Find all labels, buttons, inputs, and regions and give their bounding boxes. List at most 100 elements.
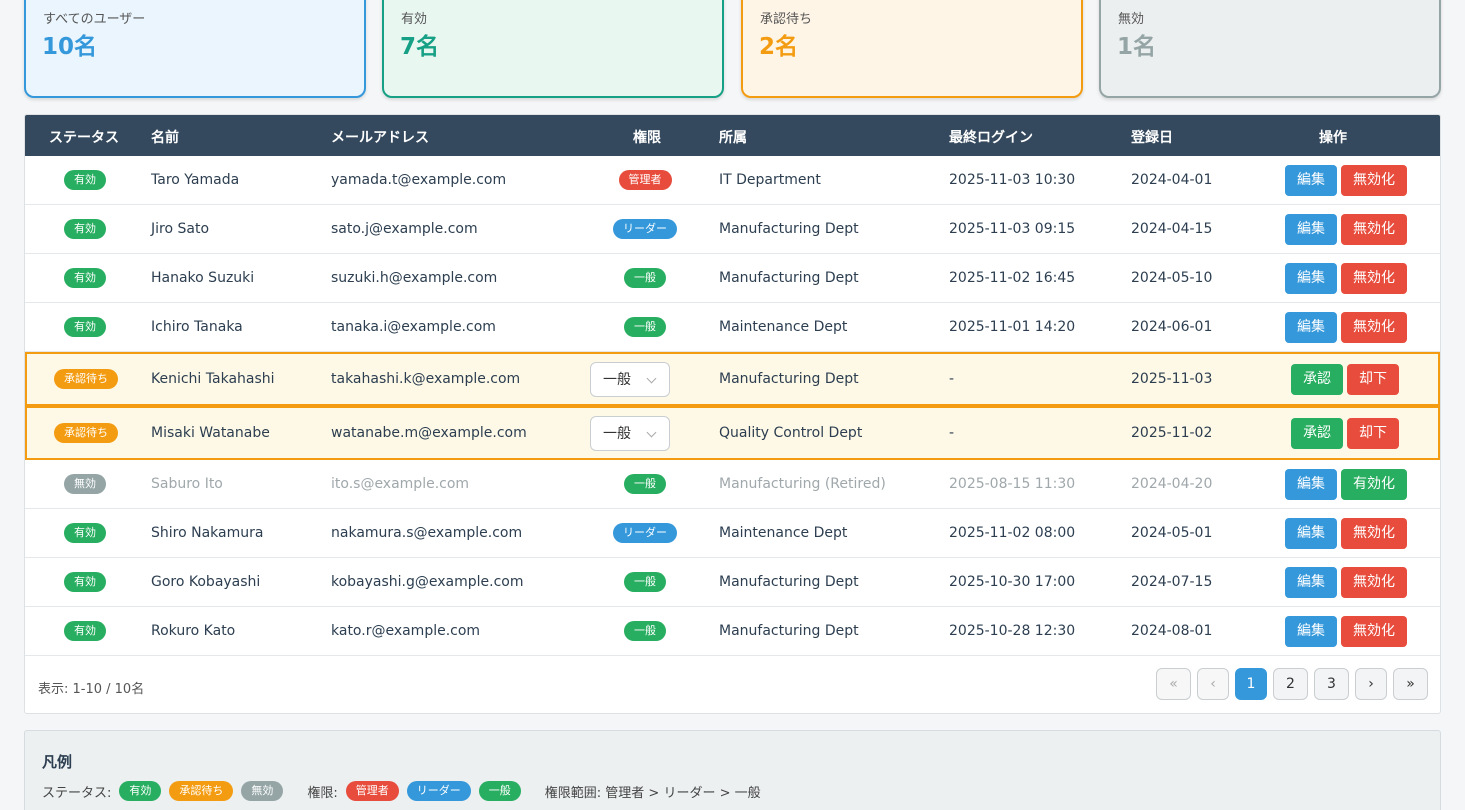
header-registered[interactable]: 登録日 — [1131, 127, 1173, 147]
prev-page-button[interactable]: ‹ — [1197, 668, 1229, 700]
role-badge: 一般 — [624, 317, 666, 337]
deactivate-button[interactable]: 無効化 — [1341, 566, 1407, 598]
legend-title: 凡例 — [42, 753, 73, 771]
deactivate-button[interactable]: 無効化 — [1341, 164, 1407, 196]
approve-button[interactable]: 承認 — [1291, 363, 1343, 395]
legend-role-general: 一般 — [478, 781, 521, 801]
header-dept[interactable]: 所属 — [719, 127, 747, 147]
user-dept: Manufacturing Dept — [719, 270, 859, 286]
legend-scope: 権限範囲: 管理者 > リーダー > 一般 — [544, 785, 761, 801]
user-email: takahashi.k@example.com — [331, 371, 521, 387]
user-dept: Manufacturing (Retired) — [719, 476, 886, 492]
role-select[interactable]: 一般 — [590, 415, 670, 451]
edit-button[interactable]: 編集 — [1285, 164, 1337, 196]
edit-button[interactable]: 編集 — [1285, 517, 1337, 549]
last-login: 2025-11-02 16:45 — [949, 270, 1076, 286]
stat-card-pending[interactable]: 承認待ち 2名 — [741, 0, 1083, 98]
table-row: 有効 Goro Kobayashi kobayashi.g@example.co… — [25, 558, 1440, 607]
user-dept: Maintenance Dept — [719, 525, 848, 541]
last-login: 2025-08-15 11:30 — [949, 476, 1076, 492]
next-page-button[interactable]: › — [1355, 668, 1387, 700]
role-badge: リーダー — [613, 219, 677, 239]
stat-pending-label: 承認待ち — [760, 12, 813, 27]
table-row: 有効 Shiro Nakamura nakamura.s@example.com… — [25, 509, 1440, 558]
user-dept: Manufacturing Dept — [719, 574, 859, 590]
role-badge: 一般 — [624, 268, 666, 288]
legend-status-inactive: 無効 — [241, 781, 284, 801]
user-name: Goro Kobayashi — [151, 574, 261, 590]
legend-role-label: 権限: — [307, 785, 338, 801]
deactivate-button[interactable]: 無効化 — [1341, 213, 1407, 245]
first-page-button[interactable]: « — [1156, 668, 1191, 700]
chevron-down-icon — [646, 427, 657, 437]
user-email: nakamura.s@example.com — [331, 525, 523, 541]
edit-button[interactable]: 編集 — [1285, 213, 1337, 245]
user-dept: Manufacturing Dept — [719, 221, 859, 237]
status-badge: 有効 — [64, 170, 106, 190]
stat-card-all[interactable]: すべてのユーザー 10名 — [24, 0, 366, 98]
user-dept: IT Department — [719, 172, 821, 188]
header-status[interactable]: ステータス — [49, 127, 119, 147]
last-login: 2025-10-28 12:30 — [949, 623, 1076, 639]
page-3-button[interactable]: 3 — [1314, 668, 1349, 700]
user-name: Saburo Ito — [151, 476, 223, 492]
activate-button[interactable]: 有効化 — [1341, 468, 1407, 500]
legend-status-pending: 承認待ち — [169, 781, 234, 801]
deactivate-button[interactable]: 無効化 — [1341, 262, 1407, 294]
edit-button[interactable]: 編集 — [1285, 566, 1337, 598]
edit-button[interactable]: 編集 — [1285, 311, 1337, 343]
legend-status-label: ステータス: — [42, 785, 112, 801]
legend-status-active: 有効 — [119, 781, 162, 801]
deactivate-button[interactable]: 無効化 — [1341, 311, 1407, 343]
user-name: Shiro Nakamura — [151, 525, 264, 541]
user-name: Hanako Suzuki — [151, 270, 255, 286]
user-email: suzuki.h@example.com — [331, 270, 498, 286]
user-name: Taro Yamada — [151, 172, 240, 188]
stat-pending-value: 2名 — [759, 34, 799, 60]
user-email: kato.r@example.com — [331, 623, 481, 639]
stat-inactive-label: 無効 — [1118, 12, 1145, 27]
pagination: « ‹ 1 2 3 › » — [1150, 668, 1428, 700]
last-login: 2025-11-03 10:30 — [949, 172, 1076, 188]
registered-date: 2025-11-02 — [1131, 425, 1213, 441]
page-2-button[interactable]: 2 — [1273, 668, 1308, 700]
status-badge: 有効 — [64, 219, 106, 239]
deactivate-button[interactable]: 無効化 — [1341, 615, 1407, 647]
stat-inactive-value: 1名 — [1117, 34, 1157, 60]
deactivate-button[interactable]: 無効化 — [1341, 517, 1407, 549]
registered-date: 2024-05-01 — [1131, 525, 1213, 541]
display-count: 表示: 1-10 / 10名 — [38, 682, 145, 697]
page-1-button[interactable]: 1 — [1235, 668, 1267, 700]
status-badge: 有効 — [64, 523, 106, 543]
last-login: 2025-10-30 17:00 — [949, 574, 1076, 590]
stat-card-active[interactable]: 有効 7名 — [382, 0, 724, 98]
edit-button[interactable]: 編集 — [1285, 615, 1337, 647]
approve-button[interactable]: 承認 — [1291, 417, 1343, 449]
stat-card-inactive[interactable]: 無効 1名 — [1099, 0, 1441, 98]
reject-button[interactable]: 却下 — [1347, 417, 1399, 449]
role-select[interactable]: 一般 — [590, 361, 670, 397]
registered-date: 2024-05-10 — [1131, 270, 1213, 286]
registered-date: 2024-08-01 — [1131, 623, 1213, 639]
header-role[interactable]: 権限 — [633, 127, 661, 147]
chevron-down-icon — [646, 373, 657, 383]
table-row: 有効 Jiro Sato sato.j@example.com リーダー Man… — [25, 205, 1440, 254]
edit-button[interactable]: 編集 — [1285, 468, 1337, 500]
last-login: 2025-11-03 09:15 — [949, 221, 1076, 237]
registered-date: 2025-11-03 — [1131, 371, 1213, 387]
last-login: - — [949, 425, 955, 441]
user-dept: Manufacturing Dept — [719, 371, 859, 387]
edit-button[interactable]: 編集 — [1285, 262, 1337, 294]
role-badge: リーダー — [613, 523, 677, 543]
status-badge: 無効 — [64, 474, 106, 494]
role-badge: 管理者 — [618, 170, 672, 190]
reject-button[interactable]: 却下 — [1347, 363, 1399, 395]
header-email[interactable]: メールアドレス — [331, 127, 429, 147]
last-page-button[interactable]: » — [1393, 668, 1428, 700]
header-last-login[interactable]: 最終ログイン — [949, 127, 1033, 147]
header-name[interactable]: 名前 — [151, 127, 179, 147]
table-row: 有効 Taro Yamada yamada.t@example.com 管理者 … — [25, 156, 1440, 205]
status-badge: 有効 — [64, 572, 106, 592]
user-email: sato.j@example.com — [331, 221, 478, 237]
status-badge: 有効 — [64, 268, 106, 288]
